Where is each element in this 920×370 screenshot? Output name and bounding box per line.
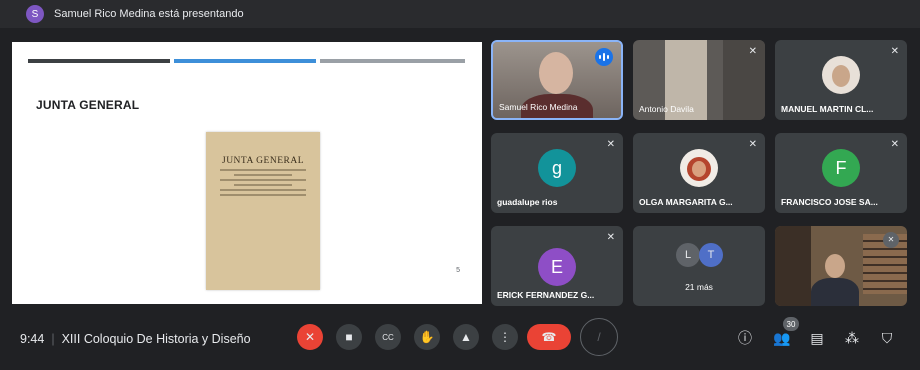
mic-off-icon: ✕ bbox=[606, 139, 615, 150]
participant-name: FRANCISCO JOSE SA... bbox=[781, 197, 878, 207]
captions-button[interactable]: CC bbox=[375, 324, 401, 350]
toggle-microphone-button[interactable]: ✕ bbox=[297, 324, 323, 350]
historical-document-image: JUNTA GENERAL bbox=[206, 132, 320, 290]
participant-tile-guadalupe[interactable]: g ✕ guadalupe rios bbox=[491, 133, 623, 213]
participant-tile-olga[interactable]: ✕ OLGA MARGARITA G... bbox=[633, 133, 765, 213]
participant-name: ERICK FERNANDEZ G... bbox=[497, 290, 595, 300]
slide-page-number: 5 bbox=[456, 267, 460, 274]
people-button[interactable]: 👥 bbox=[773, 329, 791, 347]
slide-progress-segment bbox=[320, 59, 465, 63]
document-text-line bbox=[220, 194, 306, 196]
participant-name: OLGA MARGARITA G... bbox=[639, 197, 733, 207]
activities-button[interactable]: ⁂ bbox=[843, 329, 861, 347]
meeting-title: XIII Coloquio De Historia y Diseño bbox=[61, 332, 251, 346]
participant-photo-avatar bbox=[822, 56, 860, 94]
video-feed-bookshelf bbox=[775, 226, 811, 306]
mic-off-icon: ✕ bbox=[748, 139, 757, 150]
document-text-line bbox=[234, 184, 292, 186]
slide-title: JUNTA GENERAL bbox=[36, 98, 140, 112]
leave-call-button[interactable]: ☎ bbox=[527, 324, 571, 350]
document-text-line bbox=[220, 169, 306, 171]
presenter-avatar: S bbox=[26, 5, 44, 23]
mic-off-icon: ✕ bbox=[883, 232, 899, 248]
participant-name: Samuel Rico Medina bbox=[499, 102, 578, 112]
participant-name: Antonio Davila bbox=[639, 104, 694, 114]
participant-face bbox=[539, 52, 573, 94]
participant-initial-avatar: T bbox=[699, 243, 723, 267]
presenting-banner: S Samuel Rico Medina está presentando bbox=[0, 0, 920, 28]
reactions-button[interactable]: / bbox=[580, 318, 618, 356]
speaking-indicator-icon bbox=[595, 48, 613, 66]
meeting-details: 9:44 | XIII Coloquio De Historia y Diseño bbox=[20, 332, 251, 346]
shield-icon: ⛉ bbox=[881, 329, 893, 346]
participant-initial-avatar: g bbox=[538, 149, 576, 187]
participant-tile-manuel[interactable]: ✕ MANUEL MARTIN CL... bbox=[775, 40, 907, 120]
present-now-button[interactable]: ▲ bbox=[453, 324, 479, 350]
info-icon: ⓘ bbox=[738, 330, 752, 346]
more-vertical-icon: ⋮ bbox=[499, 330, 511, 344]
toggle-camera-button[interactable]: ■ bbox=[336, 324, 362, 350]
participant-tile-antonio[interactable]: ✕ Antonio Davila bbox=[633, 40, 765, 120]
participant-shoulders bbox=[811, 278, 859, 306]
presenting-text: Samuel Rico Medina está presentando bbox=[54, 8, 244, 20]
document-text-line bbox=[234, 174, 292, 176]
participant-tile-video[interactable]: ✕ bbox=[775, 226, 907, 306]
document-text-line bbox=[220, 189, 306, 191]
participant-initial-avatar: E bbox=[538, 248, 576, 286]
separator: | bbox=[51, 332, 55, 346]
more-options-button[interactable]: ⋮ bbox=[492, 324, 518, 350]
chat-icon: ▤ bbox=[810, 329, 824, 346]
participant-tile-francisco[interactable]: F ✕ FRANCISCO JOSE SA... bbox=[775, 133, 907, 213]
mic-off-icon: ✕ bbox=[890, 46, 899, 57]
more-participants-label: 21 más bbox=[685, 282, 713, 292]
bottom-control-bar: 9:44 | XIII Coloquio De Historia y Diseño … bbox=[0, 312, 920, 370]
participants-count-badge: 30 bbox=[783, 317, 799, 331]
participant-name: MANUEL MARTIN CL... bbox=[781, 104, 874, 114]
raise-hand-button[interactable]: ✋ bbox=[414, 324, 440, 350]
more-participants-tile[interactable]: L T 21 más bbox=[633, 226, 765, 306]
clock-time: 9:44 bbox=[20, 332, 45, 346]
shared-screen[interactable]: JUNTA GENERAL JUNTA GENERAL 5 bbox=[12, 42, 482, 304]
participant-initial-avatar: L bbox=[676, 243, 700, 267]
participant-photo-avatar bbox=[680, 149, 718, 187]
slide-progress-segment bbox=[28, 59, 170, 63]
participant-face bbox=[825, 254, 845, 278]
reaction-icon: / bbox=[597, 330, 601, 344]
participant-initial-avatar: F bbox=[822, 149, 860, 187]
hand-icon: ✋ bbox=[419, 330, 435, 344]
mic-off-icon: ✕ bbox=[748, 46, 757, 57]
end-call-icon: ☎ bbox=[541, 330, 557, 344]
mic-off-icon: ✕ bbox=[606, 232, 615, 243]
camera-icon: ■ bbox=[345, 330, 353, 344]
meeting-info-button[interactable]: ⓘ bbox=[736, 329, 754, 347]
video-feed-shadow bbox=[723, 40, 765, 120]
participant-tile-samuel[interactable]: Samuel Rico Medina bbox=[491, 40, 623, 120]
mic-off-icon: ✕ bbox=[890, 139, 899, 150]
participant-tile-erick[interactable]: E ✕ ERICK FERNANDEZ G... bbox=[491, 226, 623, 306]
slide-progress-segment bbox=[174, 59, 316, 63]
document-text-line bbox=[220, 179, 306, 181]
host-controls-button[interactable]: ⛉ bbox=[878, 329, 896, 347]
activities-icon: ⁂ bbox=[845, 329, 859, 346]
captions-icon: CC bbox=[382, 332, 394, 342]
document-heading: JUNTA GENERAL bbox=[222, 156, 304, 166]
participant-name: guadalupe rios bbox=[497, 197, 558, 207]
present-icon: ▲ bbox=[460, 330, 472, 344]
people-icon: 👥 bbox=[773, 329, 791, 346]
mic-off-icon: ✕ bbox=[304, 330, 316, 344]
chat-button[interactable]: ▤ bbox=[808, 329, 826, 347]
